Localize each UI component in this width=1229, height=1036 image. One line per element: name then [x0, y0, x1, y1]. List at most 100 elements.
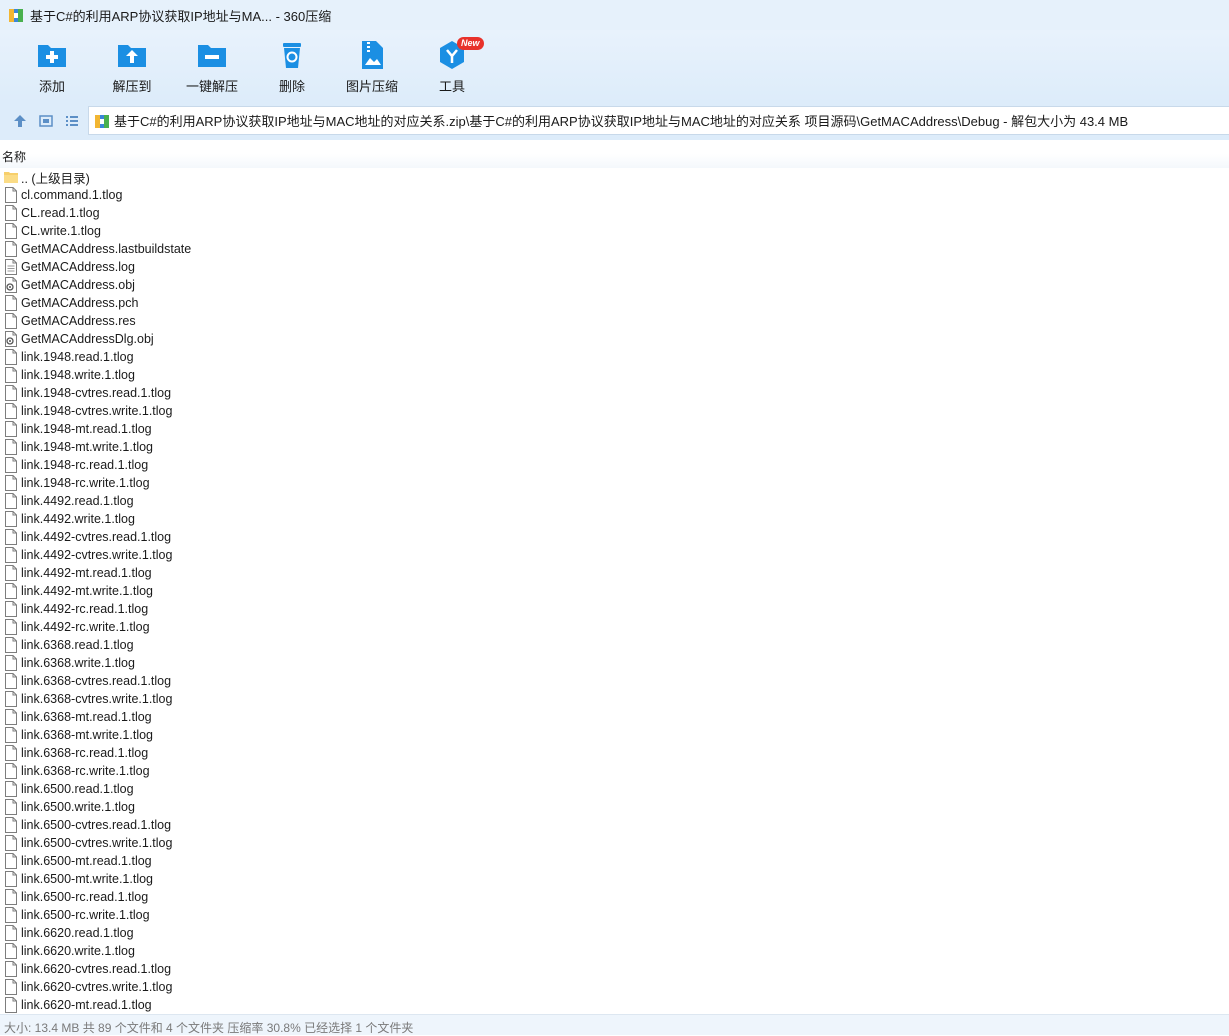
list-item[interactable]: .. (上级目录): [0, 168, 1229, 186]
list-item[interactable]: link.6620-cvtres.read.1.tlog: [0, 960, 1229, 978]
list-item[interactable]: link.1948-mt.read.1.tlog: [0, 420, 1229, 438]
folder-icon: [4, 172, 18, 183]
file-icon: [5, 385, 17, 401]
list-item[interactable]: link.4492.read.1.tlog: [0, 492, 1229, 510]
file-icon: [5, 691, 17, 707]
list-item[interactable]: GetMACAddress.res: [0, 312, 1229, 330]
file-icon: [5, 601, 17, 617]
list-view-icon[interactable]: [64, 113, 80, 129]
file-icon: [5, 565, 17, 581]
list-item[interactable]: link.1948-mt.write.1.tlog: [0, 438, 1229, 456]
file-icon: [5, 925, 17, 941]
item-name: GetMACAddress.log: [21, 260, 135, 274]
list-item[interactable]: link.4492.write.1.tlog: [0, 510, 1229, 528]
item-name: link.6368-rc.write.1.tlog: [21, 764, 150, 778]
list-item[interactable]: link.6368-rc.read.1.tlog: [0, 744, 1229, 762]
list-item[interactable]: link.6620-mt.read.1.tlog: [0, 996, 1229, 1014]
item-name: link.6620-cvtres.read.1.tlog: [21, 962, 172, 976]
file-icon: [5, 655, 17, 671]
list-item[interactable]: link.1948-rc.write.1.tlog: [0, 474, 1229, 492]
item-name: link.6368-cvtres.read.1.tlog: [21, 674, 172, 688]
item-name: link.1948-mt.read.1.tlog: [21, 422, 152, 436]
list-item[interactable]: link.6500-mt.write.1.tlog: [0, 870, 1229, 888]
list-item[interactable]: link.1948-rc.read.1.tlog: [0, 456, 1229, 474]
list-item[interactable]: link.6500.read.1.tlog: [0, 780, 1229, 798]
file-icon: [5, 547, 17, 563]
list-item[interactable]: link.4492-mt.write.1.tlog: [0, 582, 1229, 600]
image-compress-icon: [362, 41, 383, 69]
file-icon: [5, 457, 17, 473]
file-icon: [5, 367, 17, 383]
list-item[interactable]: link.1948.write.1.tlog: [0, 366, 1229, 384]
tools-button[interactable]: New 工具: [412, 37, 492, 98]
list-item[interactable]: link.6500-mt.read.1.tlog: [0, 852, 1229, 870]
list-item[interactable]: link.4492-cvtres.read.1.tlog: [0, 528, 1229, 546]
list-item[interactable]: link.6368.read.1.tlog: [0, 636, 1229, 654]
column-name-header[interactable]: 名称: [2, 148, 26, 165]
thumbnail-view-icon[interactable]: [38, 113, 54, 129]
add-button[interactable]: 添加: [12, 38, 92, 98]
item-name: link.6500-mt.write.1.tlog: [21, 872, 154, 886]
list-item[interactable]: link.6368-mt.read.1.tlog: [0, 708, 1229, 726]
list-item[interactable]: CL.write.1.tlog: [0, 222, 1229, 240]
list-item[interactable]: GetMACAddress.log: [0, 258, 1229, 276]
list-item[interactable]: link.4492-mt.read.1.tlog: [0, 564, 1229, 582]
list-item[interactable]: link.6368-cvtres.read.1.tlog: [0, 672, 1229, 690]
list-item[interactable]: link.6368-mt.write.1.tlog: [0, 726, 1229, 744]
up-arrow-icon[interactable]: [12, 113, 28, 129]
list-item[interactable]: link.6500.write.1.tlog: [0, 798, 1229, 816]
list-item[interactable]: link.4492-rc.read.1.tlog: [0, 600, 1229, 618]
item-name: link.6500-rc.write.1.tlog: [21, 908, 150, 922]
list-item[interactable]: link.6620-cvtres.write.1.tlog: [0, 978, 1229, 996]
extract-to-button[interactable]: 解压到: [92, 38, 172, 98]
archive-app-icon: [9, 9, 23, 22]
file-icon: [5, 727, 17, 743]
file-icon: [5, 187, 17, 203]
file-icon: [5, 961, 17, 977]
item-name: link.4492-rc.read.1.tlog: [21, 602, 149, 616]
item-name: link.1948.read.1.tlog: [21, 350, 134, 364]
list-item[interactable]: cl.command.1.tlog: [0, 186, 1229, 204]
list-item[interactable]: link.6500-cvtres.write.1.tlog: [0, 834, 1229, 852]
list-item[interactable]: link.6500-cvtres.read.1.tlog: [0, 816, 1229, 834]
list-item[interactable]: link.1948-cvtres.read.1.tlog: [0, 384, 1229, 402]
item-name: link.6500-mt.read.1.tlog: [21, 854, 152, 868]
list-item[interactable]: link.4492-rc.write.1.tlog: [0, 618, 1229, 636]
item-name: link.6500-rc.read.1.tlog: [21, 890, 149, 904]
file-icon: [5, 889, 17, 905]
list-item[interactable]: link.6500-rc.read.1.tlog: [0, 888, 1229, 906]
status-text: 大小: 13.4 MB 共 89 个文件和 4 个文件夹 压缩率 30.8% 已…: [4, 1021, 414, 1035]
file-list: .. (上级目录) cl.command.1.tlog CL.read.1.tlog…: [0, 168, 1229, 1014]
path-field[interactable]: 基于C#的利用ARP协议获取IP地址与MAC地址的对应关系.zip\基于C#的利…: [88, 106, 1229, 135]
list-item[interactable]: link.6368-cvtres.write.1.tlog: [0, 690, 1229, 708]
list-item[interactable]: CL.read.1.tlog: [0, 204, 1229, 222]
list-item[interactable]: link.6620.read.1.tlog: [0, 924, 1229, 942]
list-item[interactable]: link.6368.write.1.tlog: [0, 654, 1229, 672]
list-item[interactable]: link.6620.write.1.tlog: [0, 942, 1229, 960]
file-icon: [5, 475, 17, 491]
list-item[interactable]: GetMACAddress.lastbuildstate: [0, 240, 1229, 258]
file-icon: [5, 619, 17, 635]
item-name: link.6500.read.1.tlog: [21, 782, 134, 796]
file-icon: [5, 493, 17, 509]
item-name: link.4492-rc.write.1.tlog: [21, 620, 150, 634]
file-icon: [5, 673, 17, 689]
image-compress-button[interactable]: 图片压缩: [332, 38, 412, 98]
item-name: link.6368-mt.read.1.tlog: [21, 710, 152, 724]
delete-button[interactable]: 删除: [252, 38, 332, 98]
item-name: link.4492-cvtres.read.1.tlog: [21, 530, 172, 544]
item-name: GetMACAddress.lastbuildstate: [21, 242, 192, 256]
item-name: link.1948-rc.write.1.tlog: [21, 476, 150, 490]
list-item[interactable]: GetMACAddress.pch: [0, 294, 1229, 312]
list-item[interactable]: link.4492-cvtres.write.1.tlog: [0, 546, 1229, 564]
file-icon: [5, 439, 17, 455]
list-item[interactable]: GetMACAddress.obj: [0, 276, 1229, 294]
one-click-extract-button[interactable]: 一键解压: [172, 38, 252, 98]
file-icon: [5, 835, 17, 851]
add-folder-icon: [38, 45, 66, 67]
list-item[interactable]: link.1948-cvtres.write.1.tlog: [0, 402, 1229, 420]
list-item[interactable]: GetMACAddressDlg.obj: [0, 330, 1229, 348]
list-item[interactable]: link.6368-rc.write.1.tlog: [0, 762, 1229, 780]
list-item[interactable]: link.6500-rc.write.1.tlog: [0, 906, 1229, 924]
list-item[interactable]: link.1948.read.1.tlog: [0, 348, 1229, 366]
